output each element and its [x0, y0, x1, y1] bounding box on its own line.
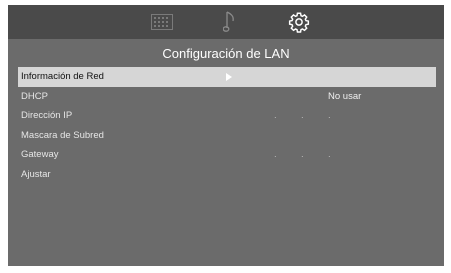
- menu-item-adjust[interactable]: Ajustar: [18, 165, 436, 185]
- menu-item-subnet-mask[interactable]: Mascara de Subred: [18, 126, 436, 146]
- dhcp-value: No usar: [328, 90, 362, 102]
- settings-screen: Configuración de LAN Información de Red …: [8, 5, 444, 266]
- menu-item-gateway[interactable]: Gateway ...: [18, 145, 436, 165]
- play-arrow-icon: [226, 73, 232, 81]
- keypad-grid-icon[interactable]: [150, 9, 174, 35]
- menu-item-label: Ajustar: [21, 168, 51, 180]
- menu-item-label: DHCP: [21, 90, 48, 102]
- top-tab-bar: [8, 5, 444, 39]
- lan-settings-menu: Información de Red DHCP No usar Direcció…: [18, 67, 436, 184]
- gear-icon[interactable]: [286, 9, 312, 35]
- menu-item-label: Información de Red: [21, 71, 104, 82]
- menu-item-label: Dirección IP: [21, 110, 73, 121]
- menu-item-label: Gateway: [21, 149, 59, 160]
- music-note-icon[interactable]: [220, 9, 240, 35]
- ip-address-value: ...: [274, 110, 331, 121]
- gateway-value: ...: [274, 149, 331, 160]
- menu-item-label: Mascara de Subred: [21, 129, 104, 141]
- menu-item-ip-address[interactable]: Dirección IP ...: [18, 106, 436, 126]
- page-title: Configuración de LAN: [162, 46, 290, 61]
- menu-item-network-info[interactable]: Información de Red: [18, 67, 436, 87]
- menu-item-dhcp[interactable]: DHCP No usar: [18, 87, 436, 107]
